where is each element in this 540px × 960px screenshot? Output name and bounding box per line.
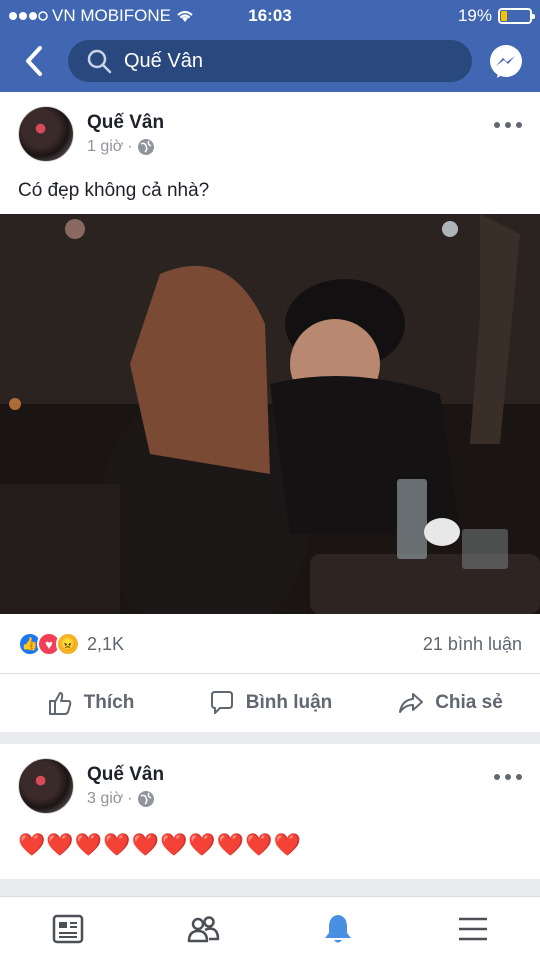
like-button[interactable]: Thích (0, 675, 180, 731)
more-icon[interactable] (494, 774, 522, 782)
post-stats: 👍 ♥ 😠 2,1K 21 bình luận (0, 614, 540, 674)
meta-separator: · (127, 138, 133, 155)
post-card: Quế Vân 1 giờ · Có đẹp không cả nhà? 👍 ♥… (0, 92, 540, 732)
battery-percent: 19% (457, 6, 492, 25)
reactions-summary[interactable]: 👍 ♥ 😠 2,1K (18, 632, 124, 656)
search-input[interactable] (124, 49, 444, 73)
menu-icon (458, 917, 487, 940)
top-bar: VN MOBIFONE 16:03 19% (0, 0, 540, 92)
tab-menu[interactable] (405, 897, 540, 960)
friends-icon (187, 915, 219, 942)
avatar[interactable] (18, 758, 74, 814)
post-time[interactable]: 3 giờ (87, 790, 123, 808)
messenger-icon[interactable] (488, 44, 524, 80)
comment-label: Bình luận (245, 692, 333, 713)
more-icon[interactable] (494, 122, 522, 130)
like-label: Thích (83, 692, 135, 713)
post-card: Quế Vân 3 giờ · ❤️❤️❤️❤️❤️❤️❤️❤️❤️❤️ (0, 744, 540, 879)
post-actions: Thích Bình luận Chia sẻ (0, 675, 540, 731)
share-label: Chia sẻ (435, 692, 503, 713)
photo-illustration (0, 214, 540, 614)
avatar[interactable] (18, 106, 74, 162)
comment-count[interactable]: 21 bình luận (423, 634, 522, 655)
reaction-count: 2,1K (87, 633, 125, 654)
globe-icon (137, 139, 154, 155)
post-meta: 1 giờ · (87, 138, 155, 156)
status-bar: VN MOBIFONE 16:03 19% (0, 0, 540, 30)
post-author[interactable]: Quế Vân (87, 112, 164, 134)
search-icon (87, 49, 112, 74)
share-button[interactable]: Chia sẻ (360, 675, 540, 731)
post-text: ❤️❤️❤️❤️❤️❤️❤️❤️❤️❤️ (18, 832, 302, 857)
post-meta: 3 giờ · (87, 790, 155, 808)
battery-status: 19% (457, 6, 535, 26)
back-icon[interactable] (20, 44, 50, 78)
tab-news-feed[interactable] (0, 897, 135, 960)
meta-separator: · (127, 790, 133, 807)
comment-icon (210, 691, 233, 714)
news-feed-icon (52, 914, 83, 943)
like-icon (48, 692, 71, 715)
battery-icon (498, 8, 535, 24)
share-icon (399, 693, 424, 713)
post-author[interactable]: Quế Vân (87, 764, 164, 786)
comment-button[interactable]: Bình luận (180, 675, 360, 731)
post-time[interactable]: 1 giờ (87, 138, 123, 156)
post-photo[interactable] (0, 214, 540, 614)
notifications-icon (324, 914, 351, 942)
angry-reaction-icon: 😠 (56, 632, 80, 656)
tab-notifications[interactable] (270, 897, 405, 960)
post-text: Có đẹp không cả nhà? (18, 180, 210, 201)
globe-icon (137, 791, 154, 807)
search-bar[interactable] (68, 40, 472, 82)
bottom-tab-bar (0, 896, 540, 960)
tab-friends[interactable] (135, 897, 270, 960)
